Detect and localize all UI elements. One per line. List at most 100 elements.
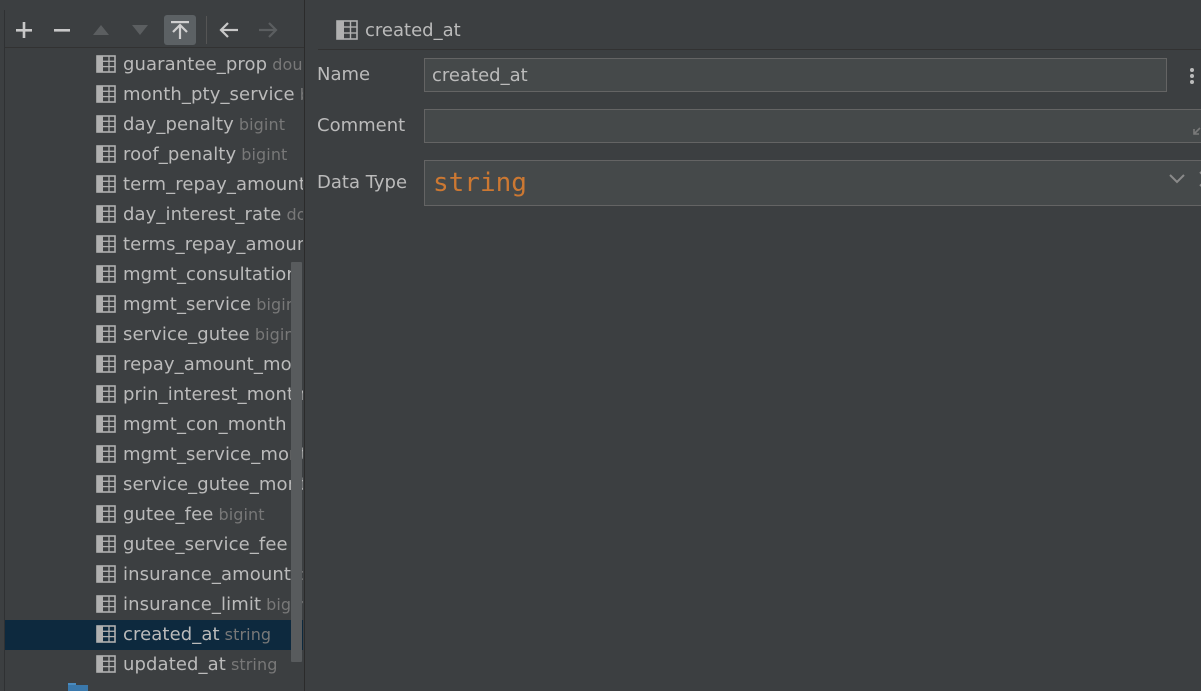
toolbar-separator (206, 16, 207, 44)
column-label: day_penalty bigint (123, 114, 285, 135)
column-icon (96, 295, 116, 313)
column-type: bigint (218, 505, 265, 524)
arrow-to-top-icon (171, 21, 189, 39)
tree-item-repay-amount-month[interactable]: repay_amount_monthbigint (5, 350, 303, 380)
column-label: terms_repay_amountbigint (123, 234, 303, 255)
column-icon (96, 145, 116, 163)
datatype-select[interactable]: string (424, 160, 1201, 206)
column-label: day_interest_ratedouble (123, 204, 303, 225)
remove-button[interactable] (46, 15, 78, 45)
column-type: bigint (300, 85, 303, 104)
column-label: guarantee_propdouble (123, 54, 303, 75)
column-name: month_pty_service (123, 84, 295, 105)
column-icon (96, 325, 116, 343)
chevron-down-icon[interactable] (1167, 171, 1187, 187)
column-label: insurance_limitbigint (123, 594, 303, 615)
column-icon (96, 265, 116, 283)
back-button[interactable] (213, 15, 245, 45)
forward-button[interactable] (252, 15, 284, 45)
column-type: bigint (238, 115, 286, 134)
tree-item-terms-repay-amount[interactable]: terms_repay_amountbigint (5, 230, 303, 260)
tree-item-day-penalty[interactable]: day_penalty bigint (5, 110, 303, 140)
comment-label: Comment (317, 115, 406, 136)
column-name: day_penalty (123, 114, 234, 135)
datatype-label: Data Type (317, 172, 408, 193)
column-name: prin_interest_month (123, 384, 303, 405)
move-down-button[interactable] (124, 15, 156, 45)
column-label: created_at string (123, 624, 271, 645)
tree-item-insurance-amount[interactable]: insurance_amountbigint (5, 560, 303, 590)
column-icon (336, 20, 358, 40)
column-icon (96, 625, 116, 643)
move-to-top-button[interactable] (164, 15, 196, 45)
tree-scrollbar[interactable] (291, 262, 302, 662)
more-options-icon[interactable] (1189, 66, 1195, 86)
column-label: mgmt_service_monthbigint (123, 444, 303, 465)
column-name: mgmt_con_month (123, 414, 287, 435)
tree-item-service-gutee-month[interactable]: service_gutee_monthbigint (5, 470, 303, 500)
column-name: mgmt_service_month (123, 444, 303, 465)
column-icon (96, 85, 116, 103)
tree-item-roof-penalty[interactable]: roof_penalty bigint (5, 140, 303, 170)
column-name: roof_penalty (123, 144, 237, 165)
column-icon (96, 475, 116, 493)
column-icon (96, 115, 116, 133)
column-name: insurance_amount (123, 564, 292, 585)
tree-item-term-repay-amount[interactable]: term_repay_amountbigint (5, 170, 303, 200)
column-type: bigint (241, 145, 288, 164)
column-label: service_gutee bigint (123, 324, 301, 345)
minus-icon (54, 29, 70, 32)
move-up-button[interactable] (85, 15, 117, 45)
column-properties-panel: created_at Name Comment Data Type string (306, 0, 1201, 691)
column-label: month_pty_service bigint (123, 84, 303, 105)
comment-input[interactable] (424, 109, 1201, 143)
column-label: updated_at string (123, 654, 277, 675)
tree-item-prin-interest-month[interactable]: prin_interest_monthbigint (5, 380, 303, 410)
column-label: mgmt_con_monthbigint (123, 414, 303, 435)
column-name: service_gutee_month (123, 474, 303, 495)
column-icon (96, 595, 116, 613)
column-type: double (272, 55, 303, 74)
tree-item-day-interest-rate[interactable]: day_interest_ratedouble (5, 200, 303, 230)
triangle-up-icon (93, 25, 109, 35)
column-type: double (286, 205, 303, 224)
tree-toolbar (6, 13, 304, 47)
tree-item-mgmt-service[interactable]: mgmt_service bigint (5, 290, 303, 320)
chevron-right-icon[interactable] (1197, 169, 1201, 189)
column-name: service_gutee (123, 324, 250, 345)
tree-item-gutee-fee[interactable]: gutee_fee bigint (5, 500, 303, 530)
tree-item-mgmt-service-month[interactable]: mgmt_service_monthbigint (5, 440, 303, 470)
tree-item-gutee-service-fee[interactable]: gutee_service_feebigint (5, 530, 303, 560)
column-name: repay_amount_month (123, 354, 303, 375)
tree-item-mgmt-consultation[interactable]: mgmt_consultationbigint (5, 260, 303, 290)
datatype-value: string (433, 168, 527, 198)
tree-item-insurance-limit[interactable]: insurance_limitbigint (5, 590, 303, 620)
tree-item-updated-at[interactable]: updated_at string (5, 650, 303, 680)
columns-tree-panel: guarantee_propdoublemonth_pty_servicebig… (0, 0, 305, 691)
tree-item-service-gutee[interactable]: service_gutee bigint (5, 320, 303, 350)
name-label: Name (317, 64, 371, 85)
expand-icon[interactable] (1191, 117, 1201, 137)
column-label: gutee_fee bigint (123, 504, 265, 525)
column-icon (96, 445, 116, 463)
column-icon (96, 175, 116, 193)
column-name: term_repay_amount (123, 174, 303, 195)
column-label: roof_penalty bigint (123, 144, 287, 165)
tree-item-mgmt-con-month[interactable]: mgmt_con_monthbigint (5, 410, 303, 440)
tree-item-created-at[interactable]: created_at string (5, 620, 303, 650)
properties-header: created_at (318, 14, 1201, 50)
column-icon (96, 355, 116, 373)
add-button[interactable] (8, 15, 40, 45)
tree-item-month-pty-service[interactable]: month_pty_service bigint (5, 80, 303, 110)
column-name: terms_repay_amount (123, 234, 303, 255)
column-name: insurance_limit (123, 594, 262, 615)
arrow-right-icon (259, 22, 278, 38)
tree-item-guarantee-prop[interactable]: guarantee_propdouble (5, 50, 303, 80)
name-input[interactable] (425, 59, 1166, 91)
column-name: day_interest_rate (123, 204, 282, 225)
column-name: mgmt_service (123, 294, 252, 315)
column-icon (96, 415, 116, 433)
column-type: string (224, 625, 272, 644)
column-name: created_at (123, 624, 220, 645)
column-name: updated_at (123, 654, 226, 675)
